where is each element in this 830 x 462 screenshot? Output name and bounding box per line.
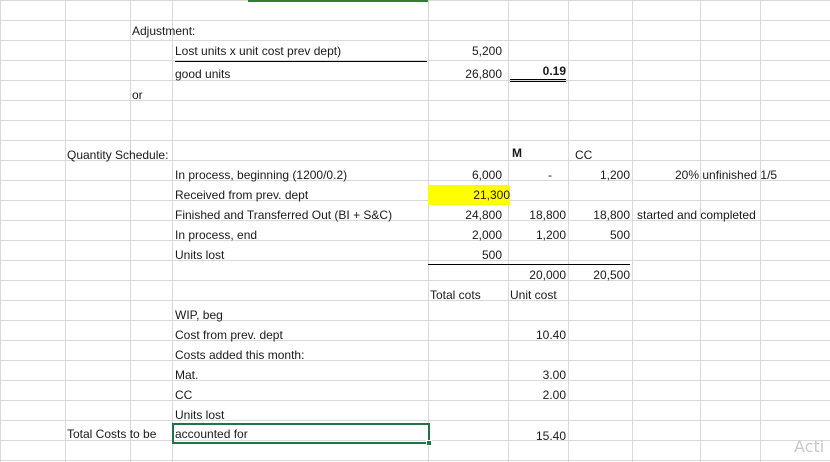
total-m[interactable]: 20,000: [510, 265, 566, 285]
qs-row-value[interactable]: 500: [428, 245, 502, 265]
grid-row-line: [0, 360, 830, 361]
grid-row-line: [0, 260, 830, 261]
grid-col-line: [130, 0, 131, 462]
numerator-label[interactable]: Lost units x unit cost prev dept): [175, 41, 427, 62]
adjustment-heading[interactable]: Adjustment:: [132, 21, 195, 41]
total-cost-header[interactable]: Total cots: [430, 285, 481, 305]
qs-row-label[interactable]: In process, beginning (1200/0.2): [175, 165, 347, 185]
cost-row-unit[interactable]: 3.00: [510, 365, 566, 385]
qs-row-value[interactable]: 2,000: [428, 225, 502, 245]
grid-row-line: [0, 320, 830, 321]
cost-row-label[interactable]: Units lost: [175, 405, 224, 425]
qs-row-note[interactable]: started and completed: [637, 205, 756, 225]
grid-col-line: [508, 0, 509, 462]
grid-row-line: [0, 400, 830, 401]
previous-selection-edge: [248, 0, 428, 2]
grid-col-line: [700, 0, 701, 462]
qs-row-label[interactable]: Finished and Transferred Out (BI + S&C): [175, 205, 392, 225]
grid-col-line: [760, 0, 761, 462]
qs-row-cc[interactable]: 1,200: [568, 165, 630, 185]
cost-row-label[interactable]: Mat.: [175, 365, 198, 385]
cost-row-label[interactable]: CC: [175, 385, 192, 405]
quantity-schedule-heading[interactable]: Quantity Schedule:: [67, 145, 168, 165]
adjustment-result[interactable]: 0.19: [510, 61, 566, 82]
qs-row-cc[interactable]: 18,800: [568, 205, 630, 225]
grid-row-line: [0, 280, 830, 281]
grid-row-line: [0, 200, 830, 201]
cost-row-label[interactable]: Costs added this month:: [175, 345, 304, 365]
denominator-label[interactable]: good units: [175, 64, 230, 84]
grid-row-line: [0, 380, 830, 381]
cost-row-unit[interactable]: 2.00: [510, 385, 566, 405]
grid-col-line: [65, 0, 66, 462]
activation-watermark: Acti: [794, 437, 825, 456]
grid-col-line: [172, 0, 173, 462]
grid-row-line: [0, 80, 830, 81]
fill-handle[interactable]: [426, 440, 432, 446]
received-highlighted-value[interactable]: 21,300: [428, 185, 510, 205]
cost-row-unit[interactable]: 10.40: [510, 325, 566, 345]
grid-row-line: [0, 340, 830, 341]
qs-row-value[interactable]: 24,800: [428, 205, 502, 225]
grid-row-line: [0, 140, 830, 141]
grid-row-line: [0, 300, 830, 301]
grid-row-line: [0, 240, 830, 241]
spreadsheet-grid: [0, 0, 830, 462]
grid-col-line: [632, 0, 633, 462]
total-unit-cost[interactable]: 15.40: [510, 426, 566, 446]
cost-row-label[interactable]: Cost from prev. dept: [175, 325, 283, 345]
grid-row-line: [0, 100, 830, 101]
cost-row-label[interactable]: WIP, beg: [175, 305, 223, 325]
grid-row-line: [0, 460, 830, 461]
qs-row-cc[interactable]: 500: [568, 225, 630, 245]
qs-row-label[interactable]: Received from prev. dept: [175, 185, 308, 205]
total-costs-label[interactable]: Total Costs to be: [67, 424, 156, 444]
unit-cost-header[interactable]: Unit cost: [510, 285, 557, 305]
col-m-header[interactable]: M: [512, 143, 522, 163]
grid-row-line: [0, 120, 830, 121]
qs-row-label[interactable]: Units lost: [175, 245, 224, 265]
denominator-value[interactable]: 26,800: [428, 64, 502, 84]
grid-row-line: [0, 20, 830, 21]
qs-row-m[interactable]: 18,800: [510, 205, 566, 225]
or-label[interactable]: or: [132, 85, 143, 105]
grid-col-line: [0, 0, 1, 462]
qs-row-value[interactable]: 6,000: [428, 165, 502, 185]
numerator-value[interactable]: 5,200: [428, 41, 502, 61]
total-cc[interactable]: 20,500: [568, 265, 630, 285]
col-cc-header[interactable]: CC: [575, 145, 592, 165]
qs-row-label[interactable]: In process, end: [175, 225, 257, 245]
qs-row-m[interactable]: 1,200: [510, 225, 566, 245]
qs-row-note[interactable]: 20% unfinished 1/5: [675, 165, 777, 185]
selected-cell[interactable]: [172, 423, 430, 444]
grid-row-line: [0, 420, 830, 421]
